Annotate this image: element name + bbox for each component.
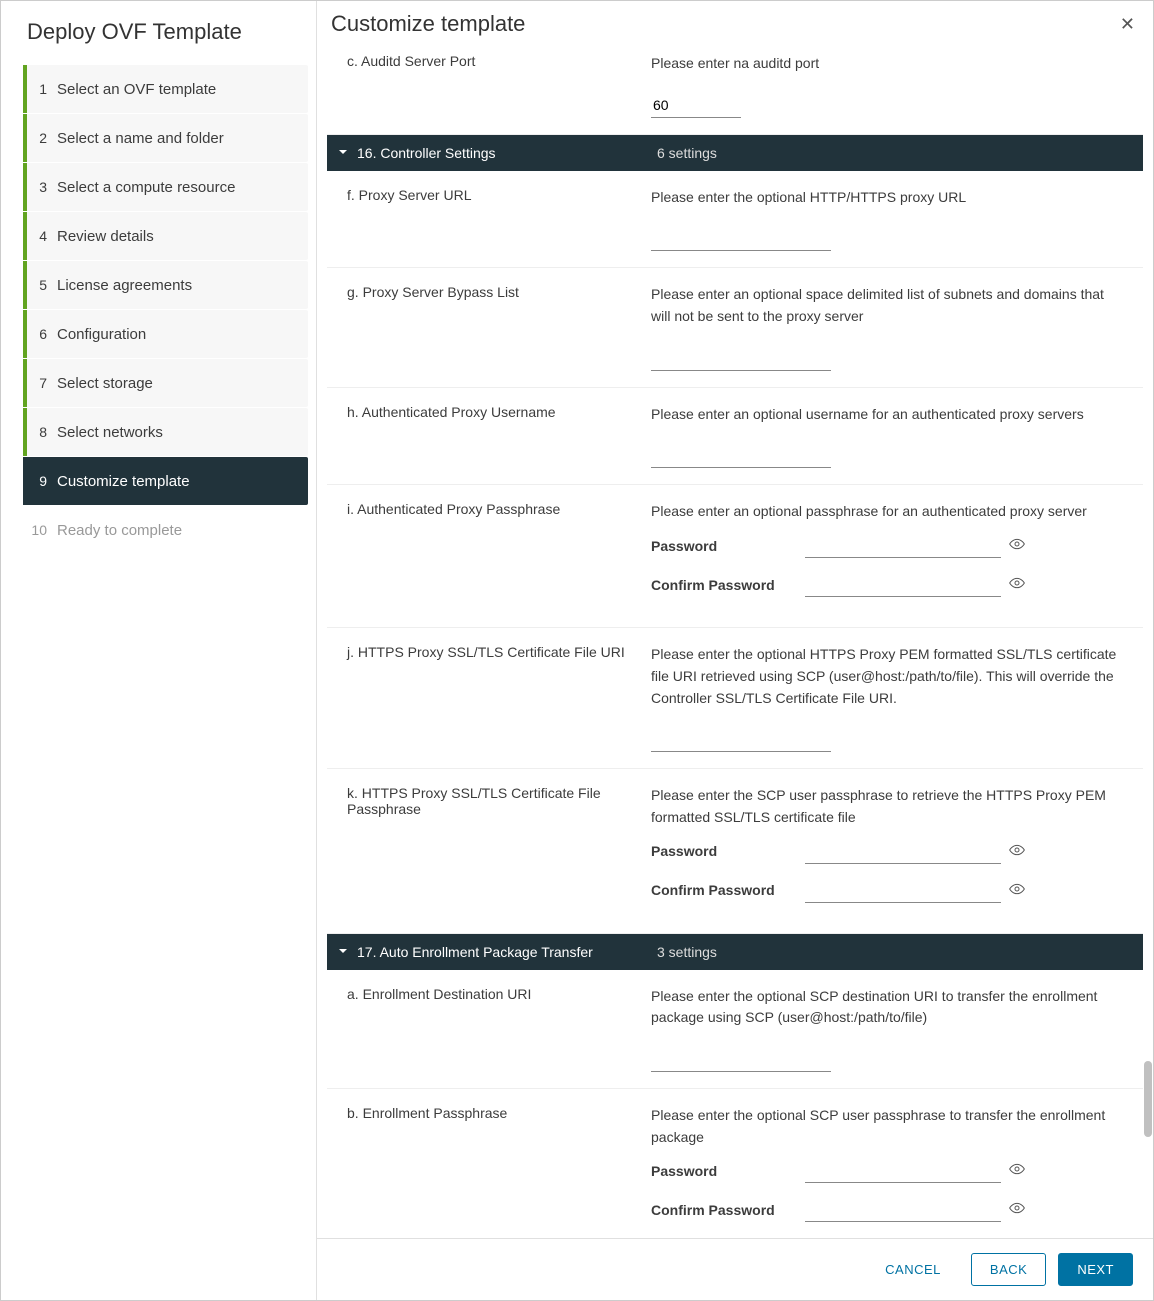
close-button[interactable]: ✕: [1120, 14, 1135, 35]
proxy-username-input[interactable]: [651, 443, 831, 468]
field-enroll-dest-uri: a. Enrollment Destination URI Please ent…: [327, 970, 1143, 1089]
step-9[interactable]: 9Customize template: [23, 457, 308, 505]
step-1[interactable]: 1Select an OVF template: [23, 65, 308, 113]
wizard-steps: 1Select an OVF template 2Select a name a…: [1, 65, 316, 555]
next-button[interactable]: NEXT: [1058, 1253, 1133, 1286]
section-17-header[interactable]: 17. Auto Enrollment Package Transfer 3 s…: [327, 934, 1143, 970]
form-scroll-area[interactable]: c. Auditd Server Port Please enter na au…: [317, 47, 1153, 1238]
content-header: Customize template ✕: [317, 1, 1153, 47]
https-cert-confirm-password-input[interactable]: [805, 878, 1001, 903]
scrollbar-thumb[interactable]: [1144, 1061, 1152, 1137]
enroll-dest-uri-input[interactable]: [651, 1047, 831, 1072]
enroll-password-input[interactable]: [805, 1158, 1001, 1183]
field-https-cert-passphrase: k. HTTPS Proxy SSL/TLS Certificate File …: [327, 769, 1143, 933]
eye-icon[interactable]: [1009, 1161, 1025, 1180]
step-5[interactable]: 5License agreements: [23, 261, 308, 309]
field-proxy-bypass: g. Proxy Server Bypass List Please enter…: [327, 268, 1143, 387]
step-10: 10Ready to complete: [23, 506, 308, 554]
step-8[interactable]: 8Select networks: [23, 408, 308, 456]
section-16-header[interactable]: 16. Controller Settings 6 settings: [327, 135, 1143, 171]
proxy-confirm-password-input[interactable]: [805, 572, 1001, 597]
https-cert-uri-input[interactable]: [651, 727, 831, 752]
field-proxy-passphrase: i. Authenticated Proxy Passphrase Please…: [327, 485, 1143, 628]
close-icon: ✕: [1120, 14, 1135, 34]
step-4[interactable]: 4Review details: [23, 212, 308, 260]
wizard-footer: CANCEL BACK NEXT: [317, 1238, 1153, 1300]
https-cert-password-input[interactable]: [805, 839, 1001, 864]
eye-icon[interactable]: [1009, 881, 1025, 900]
chevron-down-icon: [337, 145, 349, 161]
enroll-confirm-password-input[interactable]: [805, 1197, 1001, 1222]
content-title: Customize template: [331, 11, 525, 37]
eye-icon[interactable]: [1009, 575, 1025, 594]
field-proxy-url: f. Proxy Server URL Please enter the opt…: [327, 171, 1143, 269]
step-2[interactable]: 2Select a name and folder: [23, 114, 308, 162]
proxy-password-input[interactable]: [805, 533, 1001, 558]
field-proxy-username: h. Authenticated Proxy Username Please e…: [327, 388, 1143, 486]
wizard-sidebar: Deploy OVF Template 1Select an OVF templ…: [1, 1, 317, 1300]
step-6[interactable]: 6Configuration: [23, 310, 308, 358]
chevron-down-icon: [337, 944, 349, 960]
step-7[interactable]: 7Select storage: [23, 359, 308, 407]
field-enroll-passphrase: b. Enrollment Passphrase Please enter th…: [327, 1089, 1143, 1238]
eye-icon[interactable]: [1009, 1200, 1025, 1219]
modal-body: Deploy OVF Template 1Select an OVF templ…: [1, 1, 1153, 1300]
deploy-ovf-modal: Deploy OVF Template 1Select an OVF templ…: [0, 0, 1154, 1301]
content-area: Customize template ✕ c. Auditd Server Po…: [317, 1, 1153, 1300]
cancel-button[interactable]: CANCEL: [867, 1254, 959, 1285]
step-3[interactable]: 3Select a compute resource: [23, 163, 308, 211]
sidebar-title: Deploy OVF Template: [1, 5, 316, 65]
field-auditd-port: c. Auditd Server Port Please enter na au…: [327, 47, 1143, 135]
auditd-port-input[interactable]: [651, 93, 741, 118]
back-button[interactable]: BACK: [971, 1253, 1046, 1286]
proxy-bypass-input[interactable]: [651, 346, 831, 371]
proxy-url-input[interactable]: [651, 226, 831, 251]
eye-icon[interactable]: [1009, 842, 1025, 861]
eye-icon[interactable]: [1009, 536, 1025, 555]
field-https-cert-uri: j. HTTPS Proxy SSL/TLS Certificate File …: [327, 628, 1143, 769]
